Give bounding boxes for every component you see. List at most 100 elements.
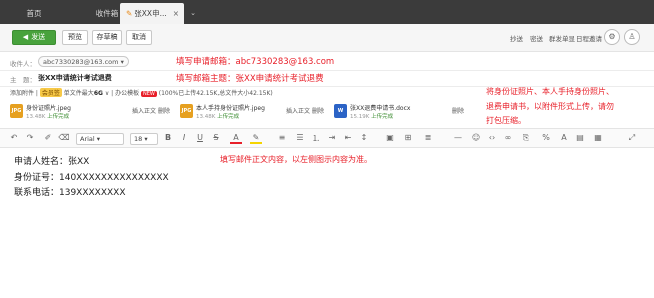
attachment-name: 本人手持身份证照片.jpeg bbox=[196, 105, 265, 112]
delete-attachment-link[interactable]: 删除 bbox=[312, 106, 324, 115]
italic-icon[interactable]: I bbox=[178, 133, 190, 142]
redo-icon[interactable]: ↷ bbox=[24, 133, 36, 142]
image-file-icon: JPG bbox=[180, 104, 193, 118]
font-size-select[interactable]: 18 ▾ bbox=[130, 133, 158, 145]
tab-compose-label: 张XX申... bbox=[134, 9, 167, 18]
attachment-name: 张XX退费申请书.docx bbox=[350, 105, 411, 112]
add-attachment-link[interactable]: 添加附件 bbox=[10, 90, 34, 97]
align-left-icon[interactable]: ≡ bbox=[276, 133, 288, 142]
send-button[interactable]: ◀ 发送 bbox=[12, 30, 56, 45]
clear-format-icon[interactable]: ⌫ bbox=[58, 133, 70, 142]
body-line-id[interactable]: 身份证号：140XXXXXXXXXXXXXXX bbox=[14, 170, 169, 183]
new-badge: NEW bbox=[141, 91, 157, 97]
subject-annotation: 填写邮箱主题：张XX申请统计考试退费 bbox=[176, 74, 324, 84]
emoji-icon[interactable]: ☺ bbox=[470, 133, 482, 142]
line-height-icon[interactable]: ↕ bbox=[358, 133, 370, 142]
recipient-chip[interactable]: abc7330283@163.com ▾ bbox=[38, 56, 129, 67]
table-icon[interactable]: ⊞ bbox=[402, 133, 414, 142]
compose-toolbar: ◀ 发送 预览 存草稿 取消 抄送 密送 群发单显 日程邀请 ⚙ ♙ bbox=[0, 24, 654, 52]
subject-label: 主 题： bbox=[10, 76, 36, 84]
expand-icon[interactable]: ⤢ bbox=[626, 133, 638, 143]
gear-icon[interactable]: ⚙ bbox=[604, 29, 620, 45]
attachment-name: 身份证照片.jpeg bbox=[26, 105, 71, 112]
editor-toolbar: ↶ ↷ ✐ ⌫ Arial ▾ 18 ▾ B I U S A ✎ ≡ ☰ ⒈ ⇥… bbox=[0, 128, 654, 148]
delete-attachment-link[interactable]: 删除 bbox=[158, 106, 170, 115]
strikethrough-icon[interactable]: S bbox=[210, 133, 222, 142]
attachment-size-value: 15.19K bbox=[350, 114, 370, 120]
insert-menu-icon[interactable]: ≣ bbox=[422, 133, 434, 142]
indent-icon[interactable]: ⇥ bbox=[326, 133, 338, 142]
formula-icon[interactable]: % bbox=[540, 133, 552, 142]
tab-home[interactable]: 首页 bbox=[10, 3, 58, 24]
attachment-size: 13.48K 上传完成 bbox=[196, 112, 239, 120]
cc-link[interactable]: 抄送 bbox=[510, 33, 523, 43]
tab-compose-active[interactable]: ✎ 张XX申... × bbox=[120, 3, 184, 24]
attachment-size: 15.19K 上传完成 bbox=[350, 112, 393, 120]
max-size-label: 单文件最大 bbox=[63, 90, 94, 97]
insert-body-link[interactable]: 插入正文 bbox=[286, 106, 310, 115]
compose-icon: ✎ bbox=[126, 9, 133, 18]
preview-button[interactable]: 预览 bbox=[62, 30, 88, 45]
bcc-link[interactable]: 密送 bbox=[530, 33, 543, 43]
attachment-bar: 添加附件 | 会员签 单文件最大6G ∨ | 办公模板 NEW (100%已上传… bbox=[10, 88, 273, 97]
chevron-down-icon[interactable]: ⌄ bbox=[186, 3, 200, 24]
attachment-status: 上传完成 bbox=[217, 114, 240, 120]
recipient-address: abc7330283@163.com bbox=[43, 58, 119, 66]
close-icon[interactable]: × bbox=[173, 3, 179, 24]
bullet-list-icon[interactable]: ☰ bbox=[294, 133, 306, 142]
delete-attachment-link[interactable]: 删除 bbox=[452, 106, 464, 115]
underline-icon[interactable]: U bbox=[194, 133, 206, 142]
body-line-phone[interactable]: 联系电话：139XXXXXXXX bbox=[14, 185, 126, 198]
image-icon[interactable]: ▣ bbox=[384, 133, 396, 142]
subject-input[interactable]: 张XX申请统计考试退费 bbox=[38, 73, 112, 83]
word-file-icon: W bbox=[334, 104, 347, 118]
office-template-link[interactable]: 办公模板 bbox=[115, 90, 139, 97]
image-file-icon: JPG bbox=[10, 104, 23, 118]
separate-send-link[interactable]: 群发单显 bbox=[549, 33, 575, 43]
numbered-list-icon[interactable]: ⒈ bbox=[310, 133, 322, 144]
outdent-icon[interactable]: ⇤ bbox=[342, 133, 354, 142]
link-icon[interactable]: ∞ bbox=[502, 133, 514, 142]
template-icon[interactable]: ▦ bbox=[592, 133, 604, 142]
attachment-annotation-line1: 将身份证照片、本人手持身份照片、 bbox=[486, 87, 614, 96]
attachment-item: JPG 本人手持身份证照片.jpeg 13.48K 上传完成 插入正文 删除 bbox=[180, 102, 330, 124]
schedule-invite-link[interactable]: 日程邀请 bbox=[576, 33, 602, 43]
max-size-value: 6G bbox=[93, 90, 103, 97]
cancel-button[interactable]: 取消 bbox=[126, 30, 152, 45]
text-direction-icon[interactable]: A bbox=[558, 133, 570, 142]
attachment-item: W 张XX退费申请书.docx 15.19K 上传完成 删除 bbox=[334, 102, 469, 124]
attachment-status: 上传完成 bbox=[47, 114, 70, 120]
recipient-row: 收件人： abc7330283@163.com ▾ 填写申请邮箱：abc7330… bbox=[0, 52, 654, 71]
subject-row: 主 题： 张XX申请统计考试退费 填写邮箱主题：张XX申请统计考试退费 bbox=[0, 71, 654, 87]
body-line-name[interactable]: 申请人姓名：张XX bbox=[14, 154, 89, 167]
bold-icon[interactable]: B bbox=[162, 133, 174, 142]
vip-badge: 会员签 bbox=[39, 88, 62, 97]
tab-bar: 首页 收件箱 ✎ 张XX申... × ⌄ bbox=[0, 0, 654, 24]
attachment-status: 上传完成 bbox=[371, 114, 394, 120]
send-label: 发送 bbox=[31, 33, 46, 41]
paste-icon[interactable]: ▤ bbox=[574, 133, 586, 142]
code-icon[interactable]: ‹› bbox=[486, 133, 498, 142]
insert-body-link[interactable]: 插入正文 bbox=[132, 106, 156, 115]
attachment-size-value: 13.48K bbox=[196, 114, 216, 120]
divider-icon[interactable]: — bbox=[452, 133, 464, 142]
font-color-icon[interactable]: A bbox=[230, 133, 242, 144]
upload-usage: (100%已上传42.15K,总文件大小42.15K) bbox=[158, 90, 273, 97]
attachment-item: JPG 身份证照片.jpeg 13.48K 上传完成 插入正文 删除 bbox=[10, 102, 170, 124]
font-size-value: 18 bbox=[134, 135, 143, 143]
undo-icon[interactable]: ↶ bbox=[8, 133, 20, 142]
highlight-icon[interactable]: ✎ bbox=[250, 133, 262, 144]
recipient-annotation: 填写申请邮箱：abc7330283@163.com bbox=[176, 57, 335, 67]
save-draft-button[interactable]: 存草稿 bbox=[92, 30, 122, 45]
recipient-label: 收件人： bbox=[10, 60, 36, 68]
attachment-size-value: 13.48K bbox=[26, 114, 46, 120]
attachment-annotation-line2: 退费申请书，以附件形式上传，请勿 bbox=[486, 102, 614, 111]
attachment-annotation-line3: 打包压缩。 bbox=[486, 116, 526, 125]
send-icon: ◀ bbox=[22, 33, 29, 41]
screenshot-icon[interactable]: ⎘ bbox=[520, 133, 532, 143]
format-painter-icon[interactable]: ✐ bbox=[42, 133, 54, 142]
user-icon[interactable]: ♙ bbox=[624, 29, 640, 45]
font-family-select[interactable]: Arial ▾ bbox=[76, 133, 124, 145]
attachment-size: 13.48K 上传完成 bbox=[26, 112, 69, 120]
mail-compose-screen: 首页 收件箱 ✎ 张XX申... × ⌄ ◀ 发送 预览 存草稿 取消 抄送 密送 … bbox=[0, 0, 654, 298]
